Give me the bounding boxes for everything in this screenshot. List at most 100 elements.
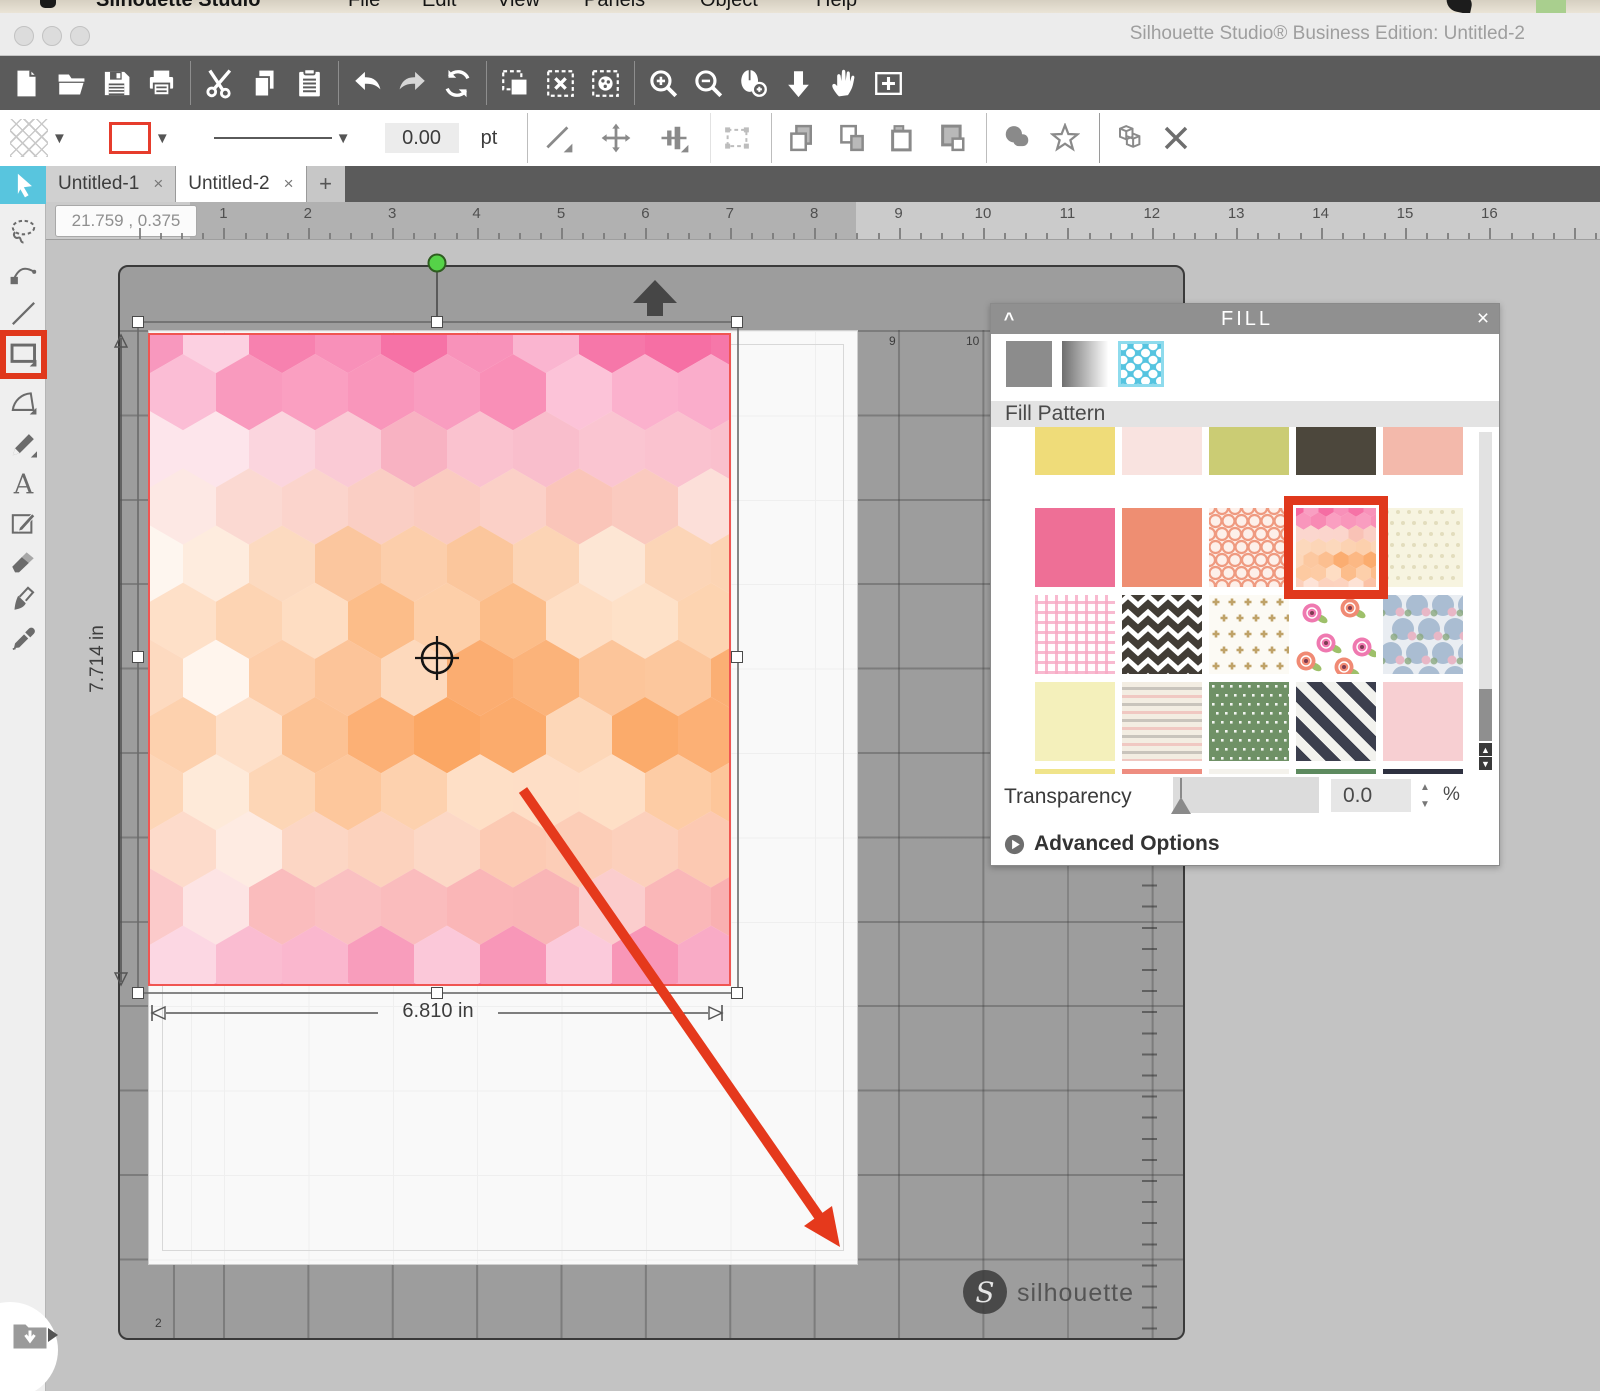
fill-pattern-swatch-green-dots[interactable]	[1209, 682, 1289, 761]
sync-button[interactable]	[435, 60, 480, 106]
library-expand-icon[interactable]	[48, 1328, 58, 1342]
transparency-value-input[interactable]: 0.0	[1331, 779, 1411, 812]
menu-view[interactable]: View	[497, 0, 540, 12]
panel-close-icon[interactable]: ×	[1467, 307, 1499, 331]
fill-pattern-swatch-brown-solid[interactable]	[1296, 427, 1376, 475]
apple-menu-icon[interactable]	[40, 0, 56, 8]
note-tool[interactable]	[0, 503, 46, 541]
fill-pattern-swatch-r5-navy[interactable]	[1383, 769, 1463, 774]
pattern-scrollbar-thumb[interactable]	[1479, 689, 1492, 741]
tab-untitled-2[interactable]: Untitled-2×	[176, 166, 306, 202]
fill-pattern-swatch-lightpink-solid[interactable]	[1383, 682, 1463, 761]
object-3d-icon[interactable]	[1110, 118, 1150, 158]
draw-line-icon[interactable]	[538, 118, 578, 158]
delete-icon[interactable]	[1156, 118, 1196, 158]
tab-close-icon[interactable]: ×	[284, 174, 294, 194]
tab-close-icon[interactable]: ×	[153, 174, 163, 194]
print-button[interactable]	[139, 60, 184, 106]
redo-button[interactable]	[390, 60, 435, 106]
menu-app[interactable]: Silhouette Studio	[96, 0, 260, 12]
select-tool[interactable]	[0, 166, 46, 204]
fill-type-pattern[interactable]	[1118, 341, 1164, 387]
open-button[interactable]	[49, 60, 94, 106]
fill-pattern-swatch-yellow-solid[interactable]	[1035, 427, 1115, 475]
library-folder-icon[interactable]	[12, 1320, 48, 1355]
window-zoom-button[interactable]	[70, 26, 90, 46]
fill-pattern-swatch-olive-solid[interactable]	[1209, 427, 1289, 475]
zoom-in-button[interactable]	[641, 60, 686, 106]
transparency-slider-thumb[interactable]	[1171, 797, 1191, 814]
menu-edit[interactable]: Edit	[422, 0, 456, 12]
fill-pattern-swatch-gold-crossdots[interactable]	[1209, 595, 1289, 674]
handle-top-center[interactable]	[431, 316, 443, 328]
align-icon[interactable]	[654, 118, 694, 158]
weld-icon[interactable]	[997, 118, 1037, 158]
draw-tool[interactable]	[0, 425, 46, 463]
menu-help[interactable]: Help	[816, 0, 857, 12]
menu-file[interactable]: File	[348, 0, 380, 12]
save-button[interactable]	[94, 60, 139, 106]
fill-pattern-swatch-coral-lattice[interactable]	[1209, 508, 1289, 587]
fill-pattern-swatch-stripes[interactable]	[1122, 682, 1202, 761]
fill-pattern-swatch-r5-green[interactable]	[1296, 769, 1376, 774]
select-by-color-button[interactable]	[583, 60, 628, 106]
panel-collapse-icon[interactable]: ^	[991, 309, 1027, 330]
line-style-caret-icon[interactable]: ▼	[336, 130, 351, 147]
arc-tool[interactable]	[0, 382, 46, 420]
eyedropper-tool[interactable]	[0, 619, 46, 657]
scroll-down-icon[interactable]: ▼	[1479, 757, 1492, 770]
zoom-selection-button[interactable]	[776, 60, 821, 106]
handle-top-right[interactable]	[731, 316, 743, 328]
eraser-tool[interactable]	[0, 541, 46, 579]
fill-pattern-swatch-r5-salmon[interactable]	[1122, 769, 1202, 774]
menubar-status-icon[interactable]	[1444, 0, 1473, 13]
new-tab-button[interactable]: +	[307, 166, 345, 202]
fill-style-caret-icon[interactable]: ▼	[52, 130, 67, 147]
fill-pattern-swatch-charcoal-chevron[interactable]	[1122, 595, 1202, 674]
menubar-green-icon[interactable]	[1536, 0, 1566, 13]
transform-icon[interactable]	[717, 118, 757, 158]
menu-object[interactable]: Object	[700, 0, 758, 12]
fill-type-solid[interactable]	[1006, 341, 1052, 387]
handle-bottom-center[interactable]	[431, 987, 443, 999]
fill-pattern-swatch-coral-solid[interactable]	[1122, 508, 1202, 587]
fill-pattern-swatch-pink-gingham[interactable]	[1035, 595, 1115, 674]
fit-to-page-button[interactable]	[866, 60, 911, 106]
fill-pattern-swatch-blue-floral[interactable]	[1383, 595, 1463, 674]
fill-pattern-swatch-paleyellow-solid[interactable]	[1035, 682, 1115, 761]
fill-pattern-swatch-navy-diagonal[interactable]	[1296, 682, 1376, 761]
drag-zoom-button[interactable]	[731, 60, 776, 106]
fill-type-gradient[interactable]	[1062, 341, 1108, 387]
line-style-sample[interactable]	[214, 137, 332, 139]
fill-style-swatch[interactable]	[10, 119, 48, 157]
transparency-slider[interactable]	[1173, 777, 1319, 813]
zoom-out-button[interactable]	[686, 60, 731, 106]
window-close-button[interactable]	[14, 26, 34, 46]
cut-button[interactable]	[197, 60, 242, 106]
scroll-up-icon[interactable]: ▲	[1479, 743, 1492, 756]
lasso-select-tool[interactable]	[0, 212, 46, 250]
bring-to-front-icon[interactable]	[882, 118, 922, 158]
handle-bottom-right[interactable]	[731, 987, 743, 999]
paste-button[interactable]	[287, 60, 332, 106]
advanced-options-row[interactable]: Advanced Options	[1003, 832, 1220, 856]
handle-mid-right[interactable]	[731, 651, 743, 663]
handle-mid-left[interactable]	[132, 651, 144, 663]
select-all-button[interactable]	[493, 60, 538, 106]
fill-pattern-swatch-blush-solid[interactable]	[1122, 427, 1202, 475]
window-minimize-button[interactable]	[42, 26, 62, 46]
transparency-spinner[interactable]: ▲▼	[1417, 780, 1433, 812]
text-tool[interactable]: A	[0, 465, 46, 503]
point-edit-tool[interactable]	[0, 254, 46, 292]
line-width-input[interactable]: 0.00	[385, 123, 459, 153]
move-icon[interactable]	[596, 118, 636, 158]
fill-pattern-swatch-watercolor-flowers[interactable]	[1296, 595, 1376, 674]
pan-button[interactable]	[821, 60, 866, 106]
fill-pattern-swatch-cream-dots[interactable]	[1383, 508, 1463, 587]
send-backward-icon[interactable]	[832, 118, 872, 158]
send-to-back-icon[interactable]	[932, 118, 972, 158]
tab-untitled-1[interactable]: Untitled-1×	[46, 166, 176, 202]
undo-button[interactable]	[345, 60, 390, 106]
deselect-all-button[interactable]	[538, 60, 583, 106]
line-tool[interactable]	[0, 294, 46, 332]
